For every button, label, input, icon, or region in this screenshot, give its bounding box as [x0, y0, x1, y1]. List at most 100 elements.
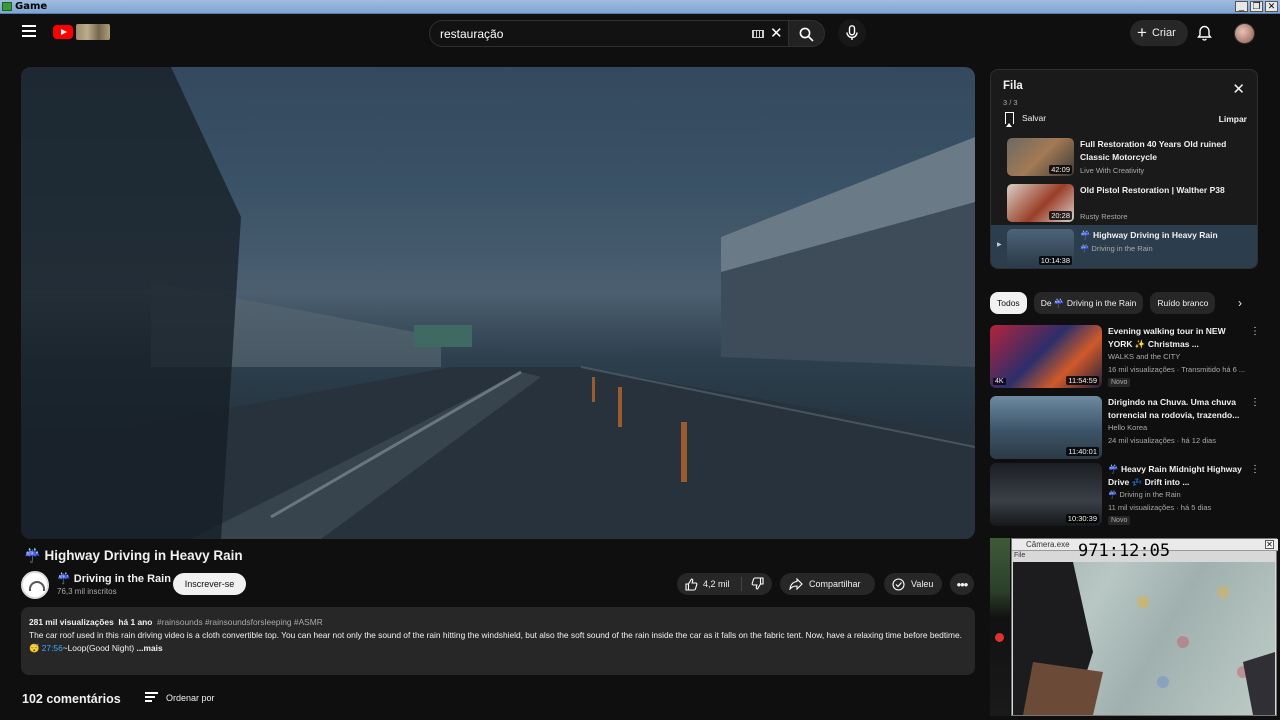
- sort-icon: [145, 692, 158, 704]
- app-icon: [2, 2, 12, 11]
- close-queue-icon[interactable]: ✕: [1232, 82, 1245, 97]
- create-button[interactable]: + Criar: [1130, 20, 1188, 46]
- queue-thumbnail: 10:14:38: [1007, 229, 1074, 267]
- minimize-button[interactable]: _: [1235, 1, 1248, 12]
- description-meta: 281 mil visualizações há 1 ano #rainsoun…: [29, 616, 967, 629]
- save-label: Salvar: [1022, 113, 1047, 123]
- window-titlebar: Game _ ❐ ✕: [0, 0, 1280, 14]
- queue-item-channel: Rusty Restore: [1080, 212, 1128, 221]
- recommendation-channel: WALKS and the CITY: [1108, 352, 1181, 361]
- duration-badge: 10:14:38: [1038, 256, 1072, 265]
- live-dot-icon: [995, 633, 1004, 642]
- notifications-bell-icon[interactable]: [1197, 25, 1212, 41]
- camera-feed-image: [1013, 562, 1275, 715]
- overlay-close-icon[interactable]: ✕: [1265, 540, 1274, 549]
- description-box[interactable]: 281 mil visualizações há 1 ano #rainsoun…: [21, 607, 975, 675]
- create-label: Criar: [1151, 27, 1176, 39]
- hashtags[interactable]: #rainsounds #rainsoundsforsleeping #ASMR: [157, 617, 323, 627]
- recommendation-thumbnail: 10:30:39: [990, 463, 1102, 526]
- window-title: Game: [15, 1, 48, 12]
- recommendation-title: Dirigindo na Chuva. Uma chuva torrencial…: [1108, 397, 1240, 420]
- hamburger-menu-icon[interactable]: [22, 25, 36, 37]
- new-badge: Novo: [1108, 378, 1131, 387]
- chapter-timestamp-link[interactable]: 27:56: [42, 643, 63, 653]
- clear-search-icon[interactable]: ✕: [770, 26, 783, 42]
- comments-count: 102 comentários: [22, 692, 121, 706]
- show-more-link[interactable]: ...mais: [137, 643, 163, 653]
- youtube-play-icon: [53, 25, 73, 39]
- subscriber-count: 76,3 mil inscritos: [57, 587, 117, 596]
- sort-label: Ordenar por: [166, 693, 215, 703]
- camera-overlay-window[interactable]: Câmera.exe ✕ 971:12:05 File: [1011, 538, 1278, 716]
- channel-name[interactable]: ☔ Driving in the Rain: [57, 572, 171, 585]
- like-button[interactable]: 4,2 mil: [677, 577, 742, 591]
- dislike-button[interactable]: [742, 576, 764, 592]
- chip-all[interactable]: Todos: [990, 292, 1027, 314]
- recommendation-channel: Hello Korea: [1108, 423, 1148, 432]
- subscribe-button[interactable]: Inscrever-se: [173, 573, 246, 595]
- now-playing-icon: ▶: [997, 242, 1002, 248]
- recommendation-thumbnail: 11:40:01: [990, 396, 1102, 459]
- recommendation-item[interactable]: 11:40:01 Dirigindo na Chuva. Uma chuva t…: [990, 396, 1260, 460]
- keyboard-icon[interactable]: [752, 30, 764, 38]
- chevron-right-icon[interactable]: ›: [1238, 296, 1242, 310]
- queue-item[interactable]: 42:09 Full Restoration 40 Years Old ruin…: [991, 136, 1257, 182]
- close-window-button[interactable]: ✕: [1265, 1, 1278, 12]
- queue-item-now-playing[interactable]: ▶ 10:14:38 ☔ Highway Driving in Heavy Ra…: [991, 225, 1257, 268]
- channel-avatar[interactable]: [21, 571, 49, 599]
- recommendation-item[interactable]: 4K 11:54:59 Evening walking tour in NEW …: [990, 325, 1260, 389]
- duration-badge: 42:09: [1049, 165, 1072, 174]
- more-vert-icon[interactable]: ⋮: [1250, 465, 1260, 475]
- save-queue-button[interactable]: Salvar: [1005, 112, 1047, 127]
- more-vert-icon[interactable]: ⋮: [1250, 398, 1260, 408]
- clear-queue-button[interactable]: Limpar: [1219, 114, 1247, 124]
- thumbs-up-icon: [685, 577, 698, 591]
- camera-feed: [1013, 562, 1275, 715]
- recommendation-thumbnail-partial[interactable]: [990, 538, 1010, 716]
- sort-comments-button[interactable]: Ordenar por: [145, 692, 215, 704]
- maximize-button[interactable]: ❐: [1250, 1, 1263, 12]
- recommendation-title: Evening walking tour in NEW YORK ✨ Chris…: [1108, 326, 1226, 349]
- queue-position: 3 / 3: [1003, 98, 1018, 107]
- video-frame: [21, 67, 975, 539]
- queue-item-title: Old Pistol Restoration | Walther P38: [1080, 185, 1225, 195]
- filter-chips: Todos De ☔ Driving in the Rain Ruído bra…: [990, 292, 1252, 314]
- search-box: ✕: [429, 20, 789, 47]
- account-avatar[interactable]: [1234, 23, 1255, 44]
- youtube-logo[interactable]: [53, 24, 111, 40]
- bookmark-icon: [1005, 112, 1014, 127]
- like-dislike-group: 4,2 mil: [677, 573, 772, 595]
- share-button[interactable]: Compartilhar: [780, 573, 875, 595]
- recommendation-item[interactable]: 10:30:39 ☔ Heavy Rain Midnight Highway D…: [990, 463, 1260, 527]
- search-input[interactable]: [440, 26, 740, 42]
- like-count: 4,2 mil: [703, 579, 730, 589]
- queue-item-title: ☔ Highway Driving in Heavy Rain: [1080, 230, 1218, 240]
- chapter-label: ~Loop(Good Night): [62, 643, 135, 653]
- view-count: 281 mil visualizações: [29, 617, 114, 627]
- overlay-clock: 971:12:05: [1078, 541, 1171, 561]
- more-vert-icon[interactable]: ⋮: [1250, 327, 1260, 337]
- window-controls: _ ❐ ✕: [1235, 1, 1278, 12]
- recommendation-meta: 16 mil visualizações · Transmitido há 6 …: [1108, 365, 1246, 374]
- queue-item-channel: Live With Creativity: [1080, 166, 1145, 175]
- description-text: The car roof used in this rain driving v…: [29, 630, 962, 640]
- masthead: ✕ + Criar: [0, 14, 1280, 54]
- overlay-menu[interactable]: File: [1014, 552, 1025, 559]
- duration-badge: 11:40:01: [1066, 447, 1099, 456]
- video-player[interactable]: [21, 67, 975, 539]
- plus-icon: +: [1137, 23, 1147, 42]
- queue-item-title: Full Restoration 40 Years Old ruined Cla…: [1080, 139, 1227, 162]
- chip-white-noise[interactable]: Ruído branco: [1150, 292, 1216, 314]
- share-arrow-icon: [789, 578, 803, 590]
- duration-badge: 10:30:39: [1065, 514, 1099, 523]
- search-button[interactable]: [789, 20, 825, 47]
- thanks-button[interactable]: Valeu: [884, 573, 942, 595]
- more-actions-button[interactable]: •••: [950, 573, 974, 595]
- voice-search-button[interactable]: [838, 19, 866, 47]
- chip-from-channel[interactable]: De ☔ Driving in the Rain: [1033, 292, 1144, 314]
- upload-age: há 1 ano: [118, 617, 153, 627]
- queue-item[interactable]: 20:28 Old Pistol Restoration | Walther P…: [991, 182, 1257, 228]
- description-chapter-line: 😴 27:56~Loop(Good Night) ...mais: [29, 642, 967, 655]
- super-thanks-icon: [892, 577, 905, 591]
- queue-item-channel: ☔ Driving in the Rain: [1080, 244, 1153, 253]
